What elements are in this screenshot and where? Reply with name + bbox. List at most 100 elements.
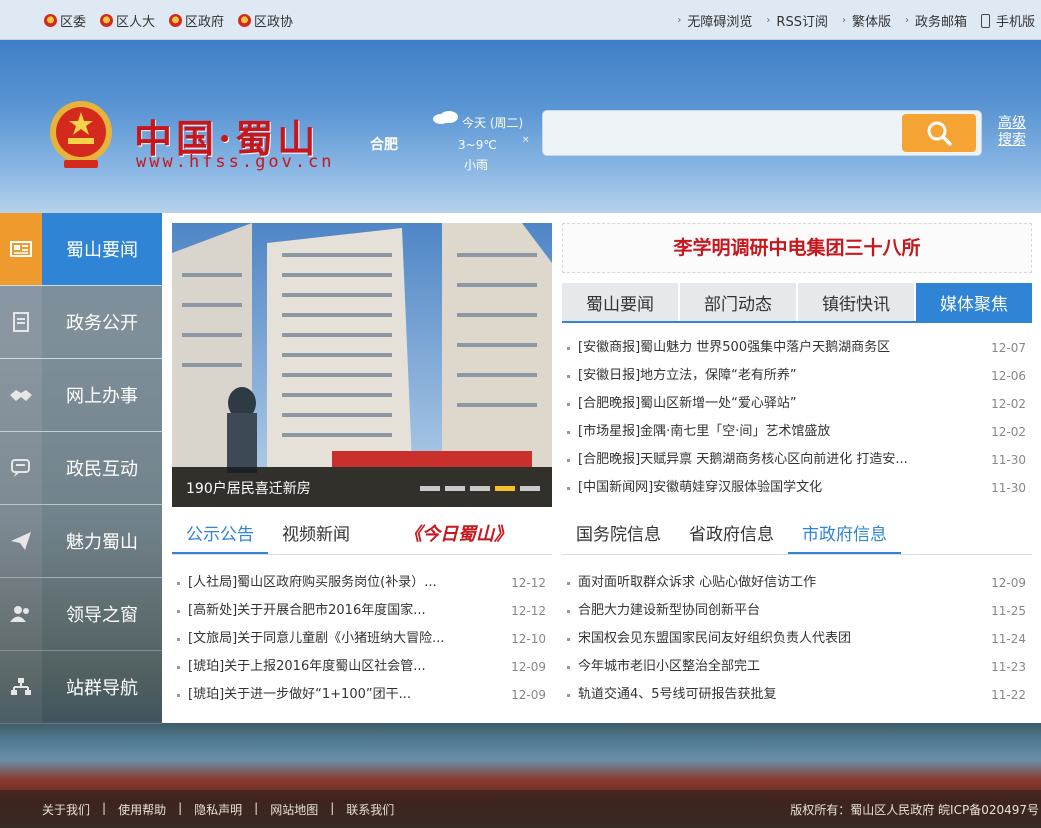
footer-link-help[interactable]: 使用帮助 xyxy=(118,801,166,818)
nav-item-charm-shushan[interactable]: 魅力蜀山 xyxy=(0,505,162,578)
link-traditional-chinese[interactable]: › 繁体版 xyxy=(842,11,891,30)
weather-widget: 今天 (周二) 3~9℃ 小雨 × xyxy=(430,108,530,174)
news-list: [安徽商报]蜀山魅力 世界500强集中落户天鹅湖商务区 12-07 [安徽日报]地… xyxy=(562,334,1032,502)
slide-dot[interactable] xyxy=(470,486,490,491)
footer-link-privacy[interactable]: 隐私声明 xyxy=(194,801,242,818)
search-button[interactable] xyxy=(902,114,976,152)
weather-day: 今天 (周二) xyxy=(462,116,524,130)
sitemap-icon xyxy=(11,678,31,695)
mobile-phone-icon xyxy=(980,13,990,28)
footer: 关于我们 | 使用帮助 | 隐私声明 | 网站地图 | 联系我们 版权所有：蜀山区人民政… xyxy=(0,790,1041,828)
nav-item-interaction[interactable]: 政民互动 xyxy=(0,432,162,505)
slide-pager xyxy=(420,486,540,491)
site-logo-url: www.hfss.gov.cn xyxy=(136,152,335,172)
slide-dot[interactable] xyxy=(420,486,440,491)
list-item[interactable]: [安徽日报]地方立法，保障“老有所养” 12-06 xyxy=(562,362,1032,390)
list-item[interactable]: 合肥大力建设新型协同创新平台 11-25 xyxy=(562,597,1032,625)
list-item[interactable]: [合肥晚报]蜀山区新增一处“爱心驿站” 12-02 xyxy=(562,390,1032,418)
nav-item-leaders[interactable]: 领导之窗 xyxy=(0,578,162,651)
list-item[interactable]: [文旅局]关于同意儿童剧《小猪班纳大冒险... 12-10 xyxy=(172,625,552,653)
list-item[interactable]: [合肥晚报]天赋异禀 天鹅湖商务核心区向前进化 打造安... 11-30 xyxy=(562,446,1032,474)
weather-temp: 3~9℃ xyxy=(458,138,497,152)
link-district-congress[interactable]: 区人大 xyxy=(100,11,155,30)
apartment-buildings-photo xyxy=(172,223,552,507)
nav-label: 政务公开 xyxy=(42,286,162,358)
tab-department-news[interactable]: 部门动态 xyxy=(680,283,796,321)
list-item[interactable]: 面对面听取群众诉求 心贴心做好信访工作 12-09 xyxy=(562,569,1032,597)
rain-cloud-icon xyxy=(433,111,458,124)
tab-public-notice[interactable]: 公示公告 xyxy=(172,517,268,554)
list-item[interactable]: [琥珀]关于上报2016年度蜀山区社会管... 12-09 xyxy=(172,653,552,681)
list-item[interactable]: [安徽商报]蜀山魅力 世界500强集中落户天鹅湖商务区 12-07 xyxy=(562,334,1032,362)
link-gov-mail[interactable]: › 政务邮箱 xyxy=(905,11,967,30)
chat-icon xyxy=(11,459,30,477)
tab-town-news[interactable]: 镇街快讯 xyxy=(798,283,914,321)
main-panel: 190户居民喜迁新房 李学明调研中电集团三十八所 蜀山要闻 部门动态 镇街快讯 … xyxy=(162,213,1041,723)
list-item[interactable]: [市场星报]金隅·南七里「空·间」艺术馆盛放 12-02 xyxy=(562,418,1032,446)
nav-label: 政民互动 xyxy=(42,432,162,504)
footer-link-contact[interactable]: 联系我们 xyxy=(346,801,394,818)
footer-link-about[interactable]: 关于我们 xyxy=(42,801,90,818)
emblem-icon xyxy=(169,14,183,27)
nav-item-site-navigation[interactable]: 站群导航 xyxy=(0,651,162,724)
search-bar xyxy=(542,110,982,156)
list-item[interactable]: [人社局]蜀山区政府购买服务岗位(补录）... 12-12 xyxy=(172,569,552,597)
search-icon xyxy=(927,121,952,146)
list-item[interactable]: [琥珀]关于进一步做好“1+100”团干... 12-09 xyxy=(172,681,552,709)
list-item[interactable]: [中国新闻网]安徽萌娃穿汉服体验国学文化 11-30 xyxy=(562,474,1032,502)
gov-info-tabs: 国务院信息 省政府信息 市政府信息 xyxy=(562,517,1032,555)
notice-list: [人社局]蜀山区政府购买服务岗位(补录）... 12-12 [高新处]关于开展合肥… xyxy=(172,569,552,709)
advanced-search-link[interactable]: 高级搜索 xyxy=(998,115,1032,149)
users-icon xyxy=(10,606,29,622)
nav-label: 蜀山要闻 xyxy=(42,213,162,285)
footer-link-sitemap[interactable]: 网站地图 xyxy=(270,801,318,818)
tab-province-gov[interactable]: 省政府信息 xyxy=(675,517,788,554)
tab-video-news[interactable]: 视频新闻 xyxy=(268,517,364,554)
top-links-right: › 无障碍浏览 › RSS订阅 › 繁体版 › 政务邮箱 手机版 xyxy=(677,11,1035,30)
tab-today-shushan[interactable]: 《今日蜀山》 xyxy=(364,517,526,554)
national-emblem-logo xyxy=(46,98,116,172)
tab-media-focus[interactable]: 媒体聚焦 xyxy=(916,283,1032,321)
tab-city-gov[interactable]: 市政府信息 xyxy=(788,517,901,554)
slide-dot[interactable] xyxy=(445,486,465,491)
tab-shushan-news[interactable]: 蜀山要闻 xyxy=(562,283,678,321)
slide-dot[interactable] xyxy=(520,486,540,491)
newspaper-icon xyxy=(10,241,32,257)
link-accessibility[interactable]: › 无障碍浏览 xyxy=(677,11,752,30)
headline-link[interactable]: 李学明调研中电集团三十八所 xyxy=(562,223,1032,273)
expand-icon[interactable]: × xyxy=(522,135,530,145)
notice-tabs: 公示公告 视频新闻 《今日蜀山》 xyxy=(172,517,552,555)
chevron-right-icon: › xyxy=(677,15,682,26)
left-nav: 蜀山要闻 政务公开 网上办事 政民互动 魅力蜀山 领导之窗 站群导航 xyxy=(0,213,162,724)
news-tabs: 蜀山要闻 部门动态 镇街快讯 媒体聚焦 xyxy=(562,283,1032,323)
chevron-right-icon: › xyxy=(841,15,846,26)
top-links-left: 区委 区人大 区政府 区政协 xyxy=(44,11,293,30)
tab-state-council[interactable]: 国务院信息 xyxy=(562,517,675,554)
list-item[interactable]: 今年城市老旧小区整治全部完工 11-23 xyxy=(562,653,1032,681)
link-district-government[interactable]: 区政府 xyxy=(169,11,224,30)
copyright-text: 版权所有：蜀山区人民政府 皖ICP备020497号 xyxy=(790,803,1039,817)
nav-item-shushan-news[interactable]: 蜀山要闻 xyxy=(0,213,162,286)
city-name: 合肥 xyxy=(370,137,398,153)
search-input[interactable] xyxy=(553,119,893,147)
cppcc-emblem-icon xyxy=(238,14,252,27)
link-rss[interactable]: › RSS订阅 xyxy=(766,11,828,30)
link-district-cppcc[interactable]: 区政协 xyxy=(238,11,293,30)
slide-dot-active[interactable] xyxy=(495,486,515,491)
nav-item-gov-affairs[interactable]: 政务公开 xyxy=(0,286,162,359)
nav-label: 领导之窗 xyxy=(42,578,162,650)
top-bar: 区委 区人大 区政府 区政协 › 无障碍浏览 › RSS订阅 › 繁体版 › 政务邮箱 … xyxy=(0,0,1041,40)
chevron-right-icon: › xyxy=(766,15,771,26)
document-icon xyxy=(13,312,29,332)
gov-info-list: 面对面听取群众诉求 心贴心做好信访工作 12-09 合肥大力建设新型协同创新平台 1… xyxy=(562,569,1032,709)
party-emblem-icon xyxy=(44,14,57,27)
list-item[interactable]: [高新处]关于开展合肥市2016年度国家... 12-12 xyxy=(172,597,552,625)
photo-slideshow[interactable]: 190户居民喜迁新房 xyxy=(172,223,552,507)
footer-links: 关于我们 | 使用帮助 | 隐私声明 | 网站地图 | 联系我们 xyxy=(42,801,395,818)
nav-item-online-service[interactable]: 网上办事 xyxy=(0,359,162,432)
link-mobile[interactable]: 手机版 xyxy=(980,11,1035,30)
list-item[interactable]: 轨道交通4、5号线可研报告获批复 11-22 xyxy=(562,681,1032,709)
list-item[interactable]: 宋国权会见东盟国家民间友好组织负责人代表团 11-24 xyxy=(562,625,1032,653)
weather-desc: 小雨 xyxy=(464,158,489,172)
link-district-committee[interactable]: 区委 xyxy=(44,11,86,30)
